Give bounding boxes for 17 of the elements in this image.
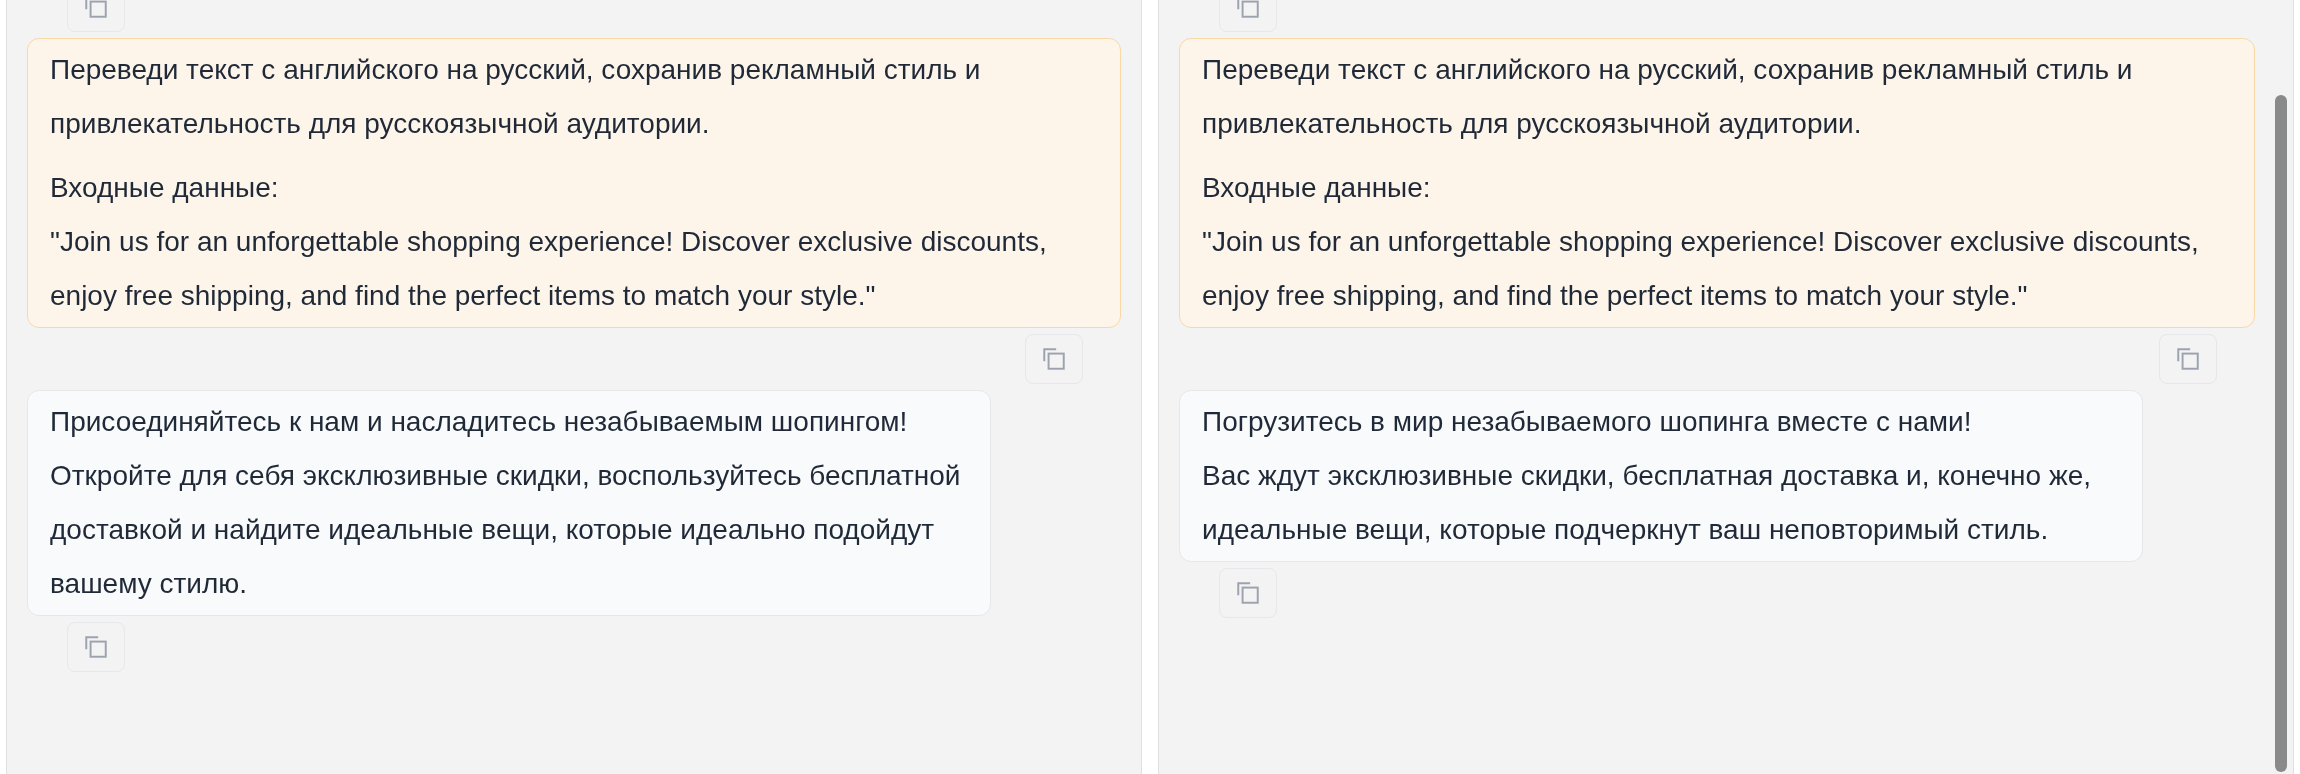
copy-button[interactable] bbox=[1219, 568, 1277, 618]
copy-button[interactable] bbox=[67, 622, 125, 672]
scrollbar-thumb[interactable] bbox=[2275, 95, 2287, 772]
message-text: Присоединяйтесь к нам и насладитесь незабываемым шопингом! Откройте для себя эксклюзивные скидки, воспользуйтесь бесплатной доставкой и найдите идеальные вещи, которые идеально подойдут вашему стилю. bbox=[50, 405, 962, 601]
copy-icon bbox=[1235, 580, 1261, 606]
message-text: Погрузитесь в мир незабываемого шопинга вместе с нами! Вас ждут эксклюзивные скидки, бесплатная доставка и, конечно же, идеальные вещи, которые подчеркнут ваш неповторимый стиль. bbox=[1202, 405, 2092, 547]
copy-icon bbox=[1041, 346, 1067, 372]
message-text: Входные данные: "Join us for an unforgettable shopping experience! Discover exclusive discounts, enjoy free shipping, and find the perfect items to match your style." bbox=[50, 171, 1048, 313]
copy-icon bbox=[2175, 346, 2201, 372]
message-text: Переведи текст с английского на русский, сохранив рекламный стиль и привлекательность для русскоязычной аудитории. bbox=[1202, 53, 2134, 141]
message-text: Входные данные: "Join us for an unforgettable shopping experience! Discover exclusive discounts, enjoy free shipping, and find the perfect items to match your style." bbox=[1202, 171, 2200, 313]
copy-button[interactable] bbox=[2159, 334, 2217, 384]
copy-button[interactable] bbox=[1025, 334, 1083, 384]
copy-icon bbox=[1235, 0, 1261, 20]
message-text: Переведи текст с английского на русский, сохранив рекламный стиль и привлекательность для русскоязычной аудитории. bbox=[50, 53, 982, 141]
copy-icon bbox=[83, 0, 109, 20]
copy-icon bbox=[83, 634, 109, 660]
